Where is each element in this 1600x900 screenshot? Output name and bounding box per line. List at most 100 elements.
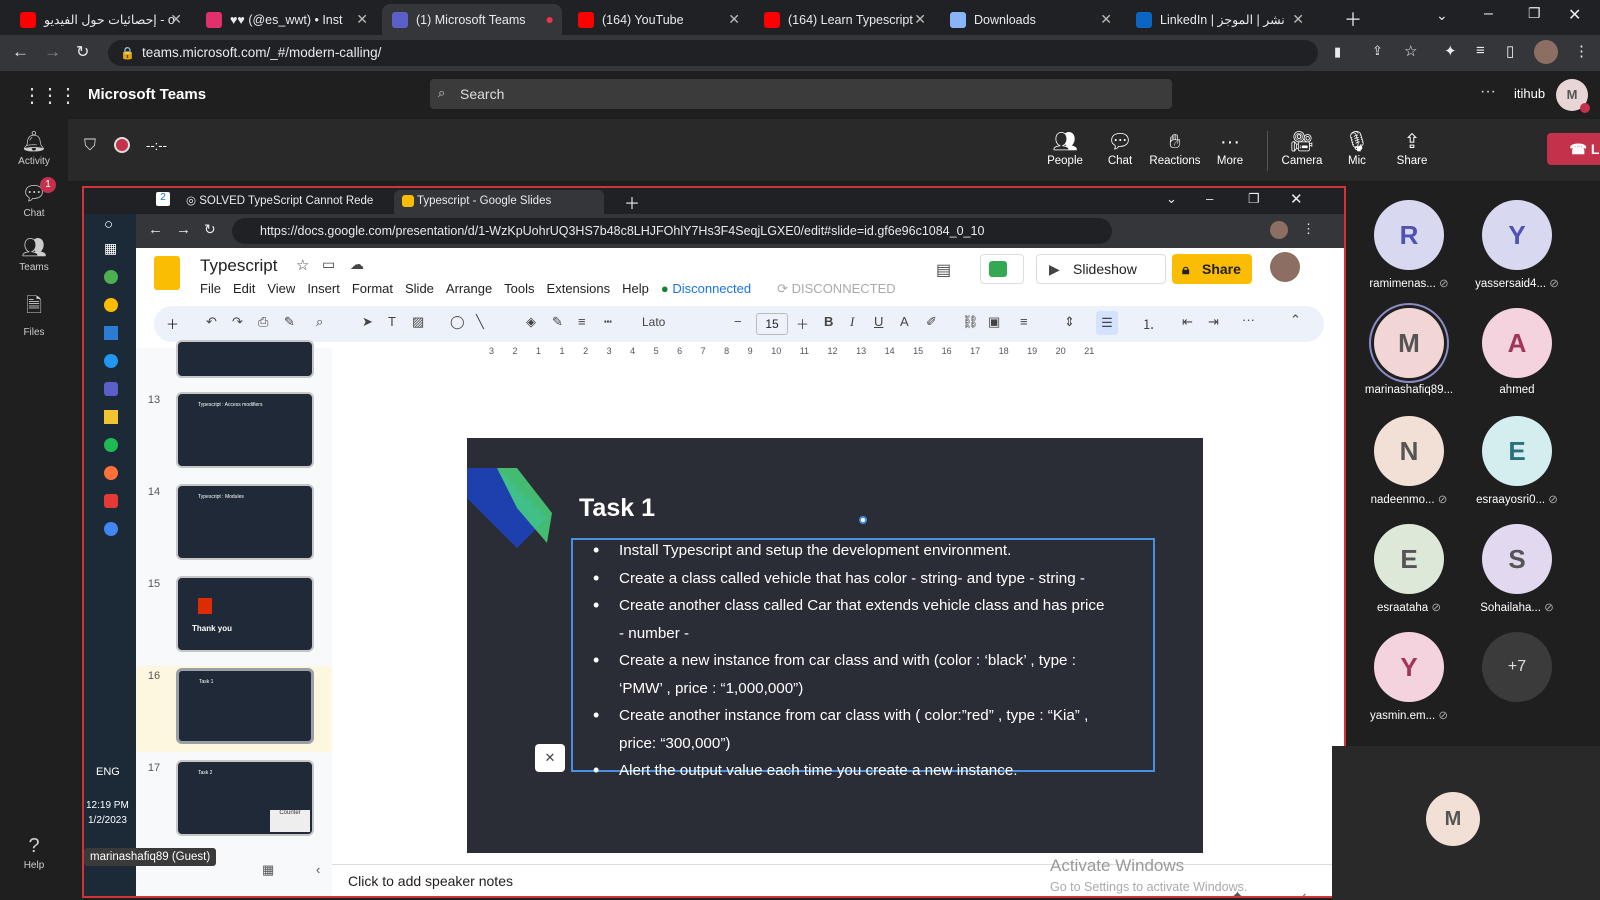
doc-title[interactable]: Typescript (200, 256, 277, 276)
restore-icon[interactable]: ❐ (1248, 191, 1260, 207)
slide-thumbnail-16[interactable]: Task 1 (176, 668, 314, 744)
account-avatar[interactable] (1270, 252, 1300, 282)
line-icon[interactable]: ╲ (476, 314, 484, 330)
close-icon[interactable]: ✕ (1292, 11, 1304, 28)
slide-thumbnail-13[interactable]: Typescript : Access modifiers (176, 392, 314, 468)
star-icon[interactable]: ☆ (1404, 42, 1417, 60)
text-color-icon[interactable]: A (900, 314, 909, 329)
browser-tab-4[interactable]: (164) YouTube ✕ (568, 4, 748, 35)
search-box[interactable]: ⌕ Search (430, 79, 1172, 109)
border-color-icon[interactable]: ✎ (552, 314, 563, 330)
playlist-icon[interactable]: ≡ (1476, 42, 1485, 59)
new-slide-icon[interactable]: ＋ (166, 314, 179, 333)
slide-canvas[interactable]: Task 1 Install Typescript and setup the … (467, 438, 1203, 853)
decrease-indent-icon[interactable]: ⇤ (1182, 314, 1193, 330)
slide-thumbnail-14[interactable]: Typescript : Modules (176, 484, 314, 560)
rotate-handle[interactable] (859, 516, 867, 524)
people-button[interactable]: 👥︎ People (1037, 129, 1093, 167)
app-icon[interactable] (104, 354, 118, 368)
app-icon[interactable] (104, 438, 118, 452)
paint-format-icon[interactable]: ✎ (284, 314, 295, 330)
shape-icon[interactable]: ◯ (450, 314, 465, 330)
firefox-icon[interactable] (104, 466, 118, 480)
kebab-menu-icon[interactable]: ⋮ (1302, 221, 1315, 237)
chevron-down-icon[interactable]: ⌄ (1436, 7, 1448, 24)
task-view-icon[interactable]: ▦ (104, 240, 117, 257)
folder-icon[interactable] (104, 410, 118, 424)
bold-icon[interactable]: B (824, 314, 833, 329)
mic-button[interactable]: 🎙︎ Mic (1329, 129, 1385, 167)
forward-icon[interactable]: → (44, 42, 61, 62)
folder-icon[interactable]: ▭ (322, 256, 335, 273)
slide-thumbnail-12[interactable] (176, 340, 314, 378)
participant-tile[interactable]: Yyassersaid4... ⊘ (1463, 200, 1571, 290)
chrome-icon[interactable] (104, 298, 118, 312)
participant-tile[interactable]: Aahmed (1463, 308, 1571, 396)
collapse-filmstrip-icon[interactable]: ‹ (316, 862, 320, 877)
app-icon[interactable] (104, 494, 118, 508)
share-page-icon[interactable]: ⇪ (1372, 43, 1383, 59)
participant-tile[interactable]: Nnadeenmo... ⊘ (1355, 416, 1463, 506)
numbered-list-icon[interactable]: ⒈ (1142, 314, 1155, 333)
zoom-icon[interactable]: ⌕ (316, 314, 323, 330)
slides-menu-icon[interactable]: ✕ (535, 744, 565, 772)
explore-icon[interactable]: ✦ (1232, 888, 1243, 896)
slide-thumbnail-15[interactable]: Thank you (176, 576, 314, 652)
speaker-notes[interactable]: Click to add speaker notes (348, 873, 513, 889)
more-button[interactable]: ··· More (1202, 129, 1258, 167)
browser-tab-5[interactable]: (164) Learn Typescript ✕ (754, 4, 934, 35)
org-name[interactable]: itihub (1514, 86, 1545, 101)
camera-icon[interactable]: ▮ (1334, 44, 1341, 60)
close-icon[interactable]: ✕ (728, 11, 740, 28)
redo-icon[interactable]: ↷ (232, 314, 243, 330)
close-icon[interactable]: ✕ (914, 11, 926, 28)
participant-tile[interactable]: S Sohailaha... ⊘ (1463, 524, 1571, 614)
menu-slide[interactable]: Slide (405, 281, 434, 297)
participant-tile[interactable]: Eesraataha ⊘ (1355, 524, 1463, 614)
minimize-icon[interactable]: – (1484, 5, 1493, 23)
close-window-icon[interactable]: ✕ (1290, 190, 1303, 208)
collapse-icon[interactable]: ⌃ (1290, 312, 1301, 328)
border-dash-icon[interactable]: ┅ (604, 314, 612, 330)
sidepanel-icon[interactable]: ▯ (1506, 42, 1514, 60)
chat-button[interactable]: 💬︎ Chat (1092, 129, 1148, 167)
participant-tile[interactable]: Rramimenas... ⊘ (1355, 200, 1463, 290)
select-icon[interactable]: ➤ (362, 314, 373, 330)
rail-chat[interactable]: 💬︎ Chat 1 (0, 177, 68, 219)
browser-tab-2[interactable]: ♥♥ (@es_wwt) • Inst ✕ (196, 4, 376, 35)
fill-color-icon[interactable]: ◈ (526, 314, 536, 330)
shared-tab-2[interactable]: Typescript - Google Slides (394, 190, 604, 214)
image-icon[interactable]: ▨ (412, 314, 424, 330)
extensions-icon[interactable]: ✦ (1444, 42, 1457, 60)
chrome-icon[interactable] (104, 522, 118, 536)
participant-tile[interactable]: Yyasmin.em... ⊘ (1355, 632, 1463, 722)
back-icon[interactable]: ← (148, 221, 163, 238)
meet-button[interactable] (980, 254, 1024, 284)
menu-insert[interactable]: Insert (307, 281, 340, 297)
border-weight-icon[interactable]: ≡ (578, 314, 586, 329)
star-icon[interactable]: ☆ (296, 256, 309, 274)
link-icon[interactable]: ⛓ (962, 314, 979, 330)
close-icon[interactable]: ✕ (170, 11, 182, 28)
rail-activity[interactable]: 🔔︎ Activity (0, 129, 68, 167)
rail-teams[interactable]: 👥︎ Teams (0, 235, 68, 273)
taskbar-date[interactable]: 1/2/2023 (88, 815, 127, 826)
close-icon[interactable]: ✕ (1100, 11, 1112, 28)
app-launcher-icon[interactable]: ⋮⋮⋮ (22, 83, 78, 108)
leave-button[interactable]: ☎︎ Leave (1547, 133, 1600, 165)
url-field[interactable]: 🔒 teams.microsoft.com/_#/modern-calling/ (108, 40, 1318, 66)
new-tab-icon[interactable]: ＋ (1344, 6, 1362, 32)
close-icon[interactable]: ✕ (356, 11, 368, 28)
restore-icon[interactable]: ❐ (1528, 5, 1541, 22)
decrease-font-icon[interactable]: − (734, 314, 742, 329)
new-tab-icon[interactable]: ＋ (624, 190, 640, 214)
reactions-button[interactable]: ✋︎ Reactions (1147, 129, 1203, 167)
side-panel-icon[interactable]: ‹ (1302, 888, 1306, 896)
increase-font-icon[interactable]: ＋ (796, 314, 809, 333)
menu-tools[interactable]: Tools (504, 281, 534, 297)
grid-view-icon[interactable]: ▦ (262, 862, 274, 878)
browser-tab-3[interactable]: (1) Microsoft Teams ● (382, 4, 562, 35)
profile-avatar[interactable] (1270, 221, 1288, 239)
camera-button[interactable]: 🎥︎ Camera (1274, 129, 1330, 167)
menu-view[interactable]: View (267, 281, 295, 297)
